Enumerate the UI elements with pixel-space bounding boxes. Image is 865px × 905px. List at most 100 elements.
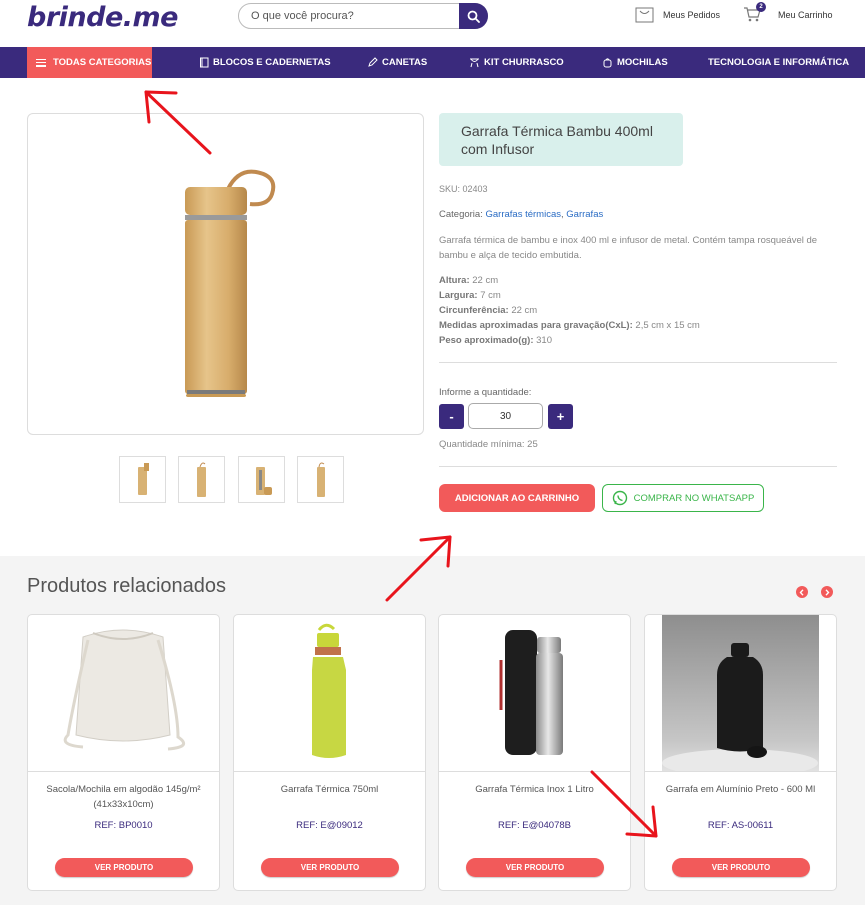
view-product-button[interactable]: VER PRODUTO	[261, 858, 399, 877]
quantity-label: Informe a quantidade:	[439, 387, 532, 398]
related-product-card: Sacola/Mochila em algodão 145g/m² (41x33…	[27, 614, 220, 891]
bamboo-bottle-image	[185, 169, 276, 397]
minimum-quantity: Quantidade mínima: 25	[439, 439, 538, 450]
view-product-button[interactable]: VER PRODUTO	[466, 858, 604, 877]
all-categories-button[interactable]: TODAS CATEGORIAS	[27, 47, 152, 78]
product-thumbnail[interactable]	[119, 456, 166, 503]
category-link-garrafas-termicas[interactable]: Garrafas térmicas	[485, 209, 561, 220]
carousel-prev-button[interactable]	[796, 586, 808, 598]
site-header: brinde.me Meus Pedidos 2 Meu Carrinho	[0, 0, 865, 47]
thumbnail-image	[197, 462, 206, 497]
my-orders-label: Meus Pedidos	[663, 10, 721, 20]
steel-bottle-image	[499, 630, 563, 755]
spec-value: 310	[536, 335, 552, 346]
quantity-input[interactable]: 30	[468, 403, 543, 429]
grill-icon	[470, 58, 479, 68]
cart-count-badge: 2	[756, 2, 766, 12]
related-products-section: Produtos relacionados Sacola/Mochila em …	[0, 556, 865, 905]
category-prefix: Categoria:	[439, 209, 483, 220]
related-product-image[interactable]	[645, 615, 836, 772]
pen-icon	[368, 57, 378, 67]
carousel-next-button[interactable]	[821, 586, 833, 598]
site-logo[interactable]: brinde.me	[27, 2, 178, 33]
nav-item-canetas[interactable]: CANETAS	[367, 47, 427, 78]
product-thumbnail[interactable]	[297, 456, 344, 503]
spec-row: Altura: 22 cm	[439, 273, 700, 288]
spec-value: 22 cm	[472, 275, 499, 286]
product-specs: Altura: 22 cm Largura: 7 cm Circunferênc…	[439, 273, 700, 348]
product-category: Categoria: Garrafas térmicas, Garrafas	[439, 209, 603, 220]
category-separator: ,	[560, 209, 564, 220]
product-thumbnail[interactable]	[178, 456, 225, 503]
buy-whatsapp-button[interactable]: COMPRAR NO WHATSAPP	[602, 484, 764, 512]
nav-item-mochilas[interactable]: MOCHILAS	[602, 47, 668, 78]
view-product-button[interactable]: VER PRODUTO	[55, 858, 193, 877]
nav-item-label: KIT CHURRASCO	[484, 57, 564, 68]
spec-label: Peso aproximado(g):	[439, 335, 534, 346]
drawstring-bag-image	[63, 629, 186, 751]
quantity-decrease-button[interactable]: -	[439, 404, 464, 429]
menu-icon	[36, 58, 46, 67]
cart-icon-wrap: 2	[743, 2, 766, 23]
whatsapp-label: COMPRAR NO WHATSAPP	[633, 492, 755, 504]
related-title: Produtos relacionados	[27, 575, 227, 597]
thumbnail-image	[256, 467, 272, 495]
related-product-name: Garrafa Térmica Inox 1 Litro	[475, 784, 594, 795]
related-product-image[interactable]	[234, 615, 425, 772]
nav-item-blocos[interactable]: BLOCOS E CADERNETAS	[199, 47, 331, 78]
divider	[439, 466, 837, 467]
nav-item-label: MOCHILAS	[617, 57, 668, 68]
product-title: Garrafa Térmica Bambu 400ml com Infusor	[439, 113, 683, 166]
category-nav: TODAS CATEGORIAS BLOCOS E CADERNETAS CAN…	[0, 47, 865, 78]
spec-row: Peso aproximado(g): 310	[439, 333, 700, 348]
my-cart-link[interactable]: 2 Meu Carrinho	[743, 2, 833, 23]
nav-item-kit-churrasco[interactable]: KIT CHURRASCO	[469, 47, 564, 78]
search-input[interactable]	[251, 8, 451, 24]
quantity-increase-button[interactable]: +	[548, 404, 573, 429]
spec-row: Medidas aproximadas para gravação(CxL): …	[439, 318, 700, 333]
green-bottle-image	[312, 623, 346, 758]
product-description: Garrafa térmica de bambu e inox 400 ml e…	[439, 235, 818, 261]
product-main-image[interactable]	[27, 113, 424, 435]
bag-icon	[635, 7, 654, 23]
add-to-cart-button[interactable]: ADICIONAR AO CARRINHO	[439, 484, 595, 512]
notebook-icon	[200, 57, 209, 68]
search-icon	[467, 10, 480, 23]
backpack-icon	[603, 58, 612, 68]
category-link-garrafas[interactable]: Garrafas	[566, 209, 603, 220]
divider	[439, 362, 837, 363]
spec-label: Medidas aproximadas para gravação(CxL):	[439, 320, 633, 331]
spec-label: Altura:	[439, 275, 470, 286]
spec-value: 2,5 cm x 15 cm	[635, 320, 700, 331]
thumbnail-image	[317, 462, 325, 497]
product-thumbnail[interactable]	[238, 456, 285, 503]
spec-row: Circunferência: 22 cm	[439, 303, 700, 318]
related-product-name: Sacola/Mochila em algodão 145g/m² (41x33…	[46, 784, 201, 810]
chevron-left-icon	[799, 588, 804, 596]
thumbnail-image	[138, 463, 149, 495]
related-product-card: Garrafa Térmica Inox 1 Litro REF: E@0407…	[438, 614, 631, 891]
nav-item-tecnologia[interactable]: TECNOLOGIA E INFORMÁTICA	[708, 47, 849, 78]
chevron-right-icon	[825, 588, 830, 596]
product-page: brinde.me Meus Pedidos 2 Meu Carrinho TO…	[0, 0, 865, 905]
search-button[interactable]	[459, 3, 488, 29]
related-product-card: Garrafa em Alumínio Preto - 600 Ml REF: …	[644, 614, 837, 891]
spec-row: Largura: 7 cm	[439, 288, 700, 303]
search-bar	[238, 3, 488, 29]
related-product-ref: REF: AS-00611	[707, 820, 774, 831]
my-orders-link[interactable]: Meus Pedidos	[634, 6, 720, 24]
spec-label: Largura:	[439, 290, 478, 301]
whatsapp-icon	[612, 490, 627, 506]
my-cart-label: Meu Carrinho	[778, 9, 833, 20]
related-product-image[interactable]	[439, 615, 630, 772]
spec-label: Circunferência:	[439, 305, 509, 316]
product-sku: SKU: 02403	[439, 184, 488, 194]
spec-value: 7 cm	[480, 290, 501, 301]
nav-item-label: BLOCOS E CADERNETAS	[213, 57, 331, 68]
related-product-card: Garrafa Térmica 750ml REF: E@09012 VER P…	[233, 614, 426, 891]
view-product-button[interactable]: VER PRODUTO	[672, 858, 810, 877]
related-product-image[interactable]	[28, 615, 219, 772]
related-product-ref: REF: BP0010	[94, 820, 153, 831]
spec-value: 22 cm	[511, 305, 538, 316]
nav-item-label: TECNOLOGIA E INFORMÁTICA	[708, 57, 850, 68]
